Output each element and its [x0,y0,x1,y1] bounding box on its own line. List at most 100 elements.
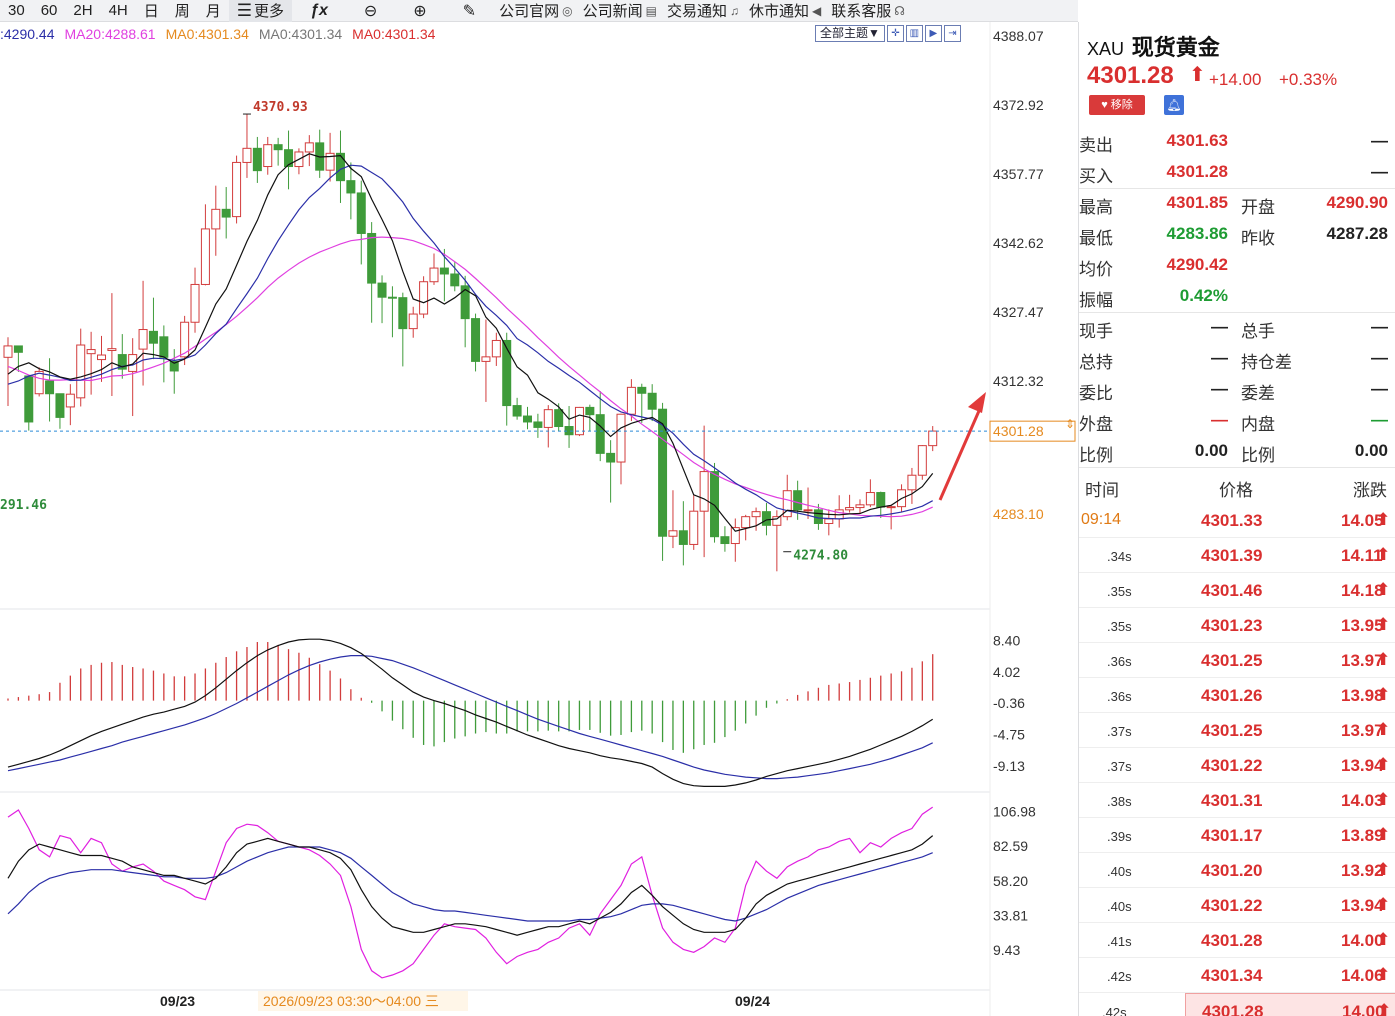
candle-down [335,152,345,182]
function-icon[interactable]: ƒx [292,2,346,20]
ticks-header: 时间 价格 涨跌 [1079,472,1395,502]
quote-value: 0.00 [1354,441,1388,460]
candle-up [626,386,636,415]
remove-watch-button[interactable]: ♥ 移除 [1089,95,1145,115]
candle-down [876,492,886,508]
crosshair-icon[interactable]: ✛ [886,25,904,42]
period-60[interactable]: 60 [33,2,66,19]
company-news-label: 公司新闻 [582,3,643,20]
quote-value: — [1211,379,1228,398]
ma20-line [7,236,933,518]
chart-area[interactable]: 4388.07 4372.92 4357.77 4342.62 4327.47 4312.… [0,22,1078,1016]
tick-price: 4301.28 [1202,1002,1264,1016]
link-closure-notice[interactable]: 休市通知 ◀ [744,0,826,21]
quote-value: — [1371,131,1388,150]
candle-down [450,273,460,287]
candle-down [387,296,397,299]
candle-down [356,192,366,234]
period-4h[interactable]: 4H [101,2,136,19]
tick-row: .35s 4301.46 14.18 ⬆ [1079,573,1395,608]
marker-price-label: 4283.10 [993,506,1044,522]
candle-up [855,504,865,509]
link-company-news[interactable]: 公司新闻 ▤ [578,0,662,21]
quote-label: 振幅 [1079,291,1113,310]
candle-up [886,506,896,509]
tick-price: 4301.34 [1201,966,1263,985]
more-button[interactable]: ☰ 更多 [228,0,293,22]
candle-down [24,375,34,423]
legend-ma-b: MA0:4301.34 [258,26,343,42]
ticks-header-change: 涨跌 [1353,481,1387,500]
closure-notice-label: 休市通知 [748,3,809,20]
candle-up [429,267,439,283]
quote-value: 4301.28 [1166,162,1228,181]
candle-down [523,415,532,423]
up-arrow-icon: ⬆ [1376,580,1391,599]
tick-row: .35s 4301.23 13.95 ⬆ [1079,608,1395,643]
scroll-end-icon[interactable]: ⇥ [943,25,961,42]
tick-time: .40s [1107,864,1132,879]
quote-label: 卖出 [1079,136,1113,155]
alert-bell-button[interactable]: 🔔︎ [1164,95,1184,115]
candle-down [533,421,543,428]
candle-down [502,339,512,407]
quote-row: 最低 4283.86 昨收 4287.28 [1079,219,1395,250]
draw-pen-icon[interactable]: ✎ [445,1,494,21]
tick-time: .40s [1107,899,1132,914]
price-tick-label: 4372.92 [993,97,1044,113]
period-2h[interactable]: 2H [65,2,100,19]
candle-up [232,161,242,218]
link-trade-notice[interactable]: 交易通知 ♫ [662,0,744,21]
scroll-forward-icon[interactable]: ▶ [924,25,942,42]
up-arrow-icon: ⬆ [1376,965,1391,984]
candle-down [585,406,595,416]
period-30[interactable]: 30 [0,2,33,19]
up-arrow-icon: ⬆ [1376,825,1391,844]
period-week[interactable]: 周 [167,0,198,21]
link-official-site[interactable]: 公司官网 ◎ [494,0,578,21]
legend-ma-c: MA0:4301.34 [352,26,436,42]
zoom-out-icon[interactable]: ⊖ [346,1,395,21]
quote-label: 买入 [1079,167,1113,186]
period-day[interactable]: 日 [136,0,167,21]
macd-tick-label: 8.40 [993,633,1020,649]
layout-icon[interactable]: ▥ [905,25,923,42]
tick-row: .41s 4301.28 14.00 ⬆ [1079,923,1395,958]
quote-label: 外盘 [1079,415,1113,434]
symbol-name: 现货黄金 [1131,35,1220,61]
quote-label: 昨收 [1241,229,1275,248]
candle-up [772,516,782,526]
candle-down [595,414,605,454]
period-month[interactable]: 月 [198,0,229,21]
candle-down [13,345,23,353]
quote-row: 振幅 0.42% [1079,281,1395,312]
quote-value: 4283.86 [1166,224,1228,243]
candle-down [252,147,262,172]
quote-row: 最高 4301.85 开盘 4290.90 [1079,188,1395,219]
candle-down [512,405,522,417]
up-arrow-icon: ⬆ [1376,510,1391,529]
tick-time: .34s [1107,549,1132,564]
legend-ma20: MA20:4288.61 [64,26,156,42]
zoom-in-icon[interactable]: ⊕ [395,1,444,21]
tick-row: 09:14 4301.33 14.05 ⬆ [1079,503,1395,538]
drawn-arrow-head [968,392,986,413]
theme-select[interactable]: 全部主题▼ [815,25,885,42]
news-icon: ▤ [645,3,657,18]
candle-down [273,144,283,151]
quote-label: 总手 [1241,322,1275,341]
macd-tick-label: -9.13 [993,758,1025,774]
tick-row: .40s 4301.22 13.94 ⬆ [1079,888,1395,923]
tick-time: .37s [1107,724,1132,739]
dif-line [7,638,934,788]
up-arrow-icon: ⬆ [1376,860,1391,879]
chart-canvas[interactable]: 4388.07 4372.92 4357.77 4342.62 4327.47 4312.… [0,22,1078,1016]
up-arrow-icon: ⬆ [1376,930,1391,949]
osc-tick-label: 82.59 [993,838,1028,854]
tick-row: .36s 4301.26 13.98 ⬆ [1079,678,1395,713]
link-customer-service[interactable]: 联系客服 ☊ [826,0,910,21]
candle-up [668,530,678,537]
quote-label: 最低 [1079,229,1113,248]
price-change: +14.00 [1209,70,1262,89]
ma-legend: :4290.44 MA20:4288.61 MA0:4301.34 MA0:43… [0,26,435,42]
